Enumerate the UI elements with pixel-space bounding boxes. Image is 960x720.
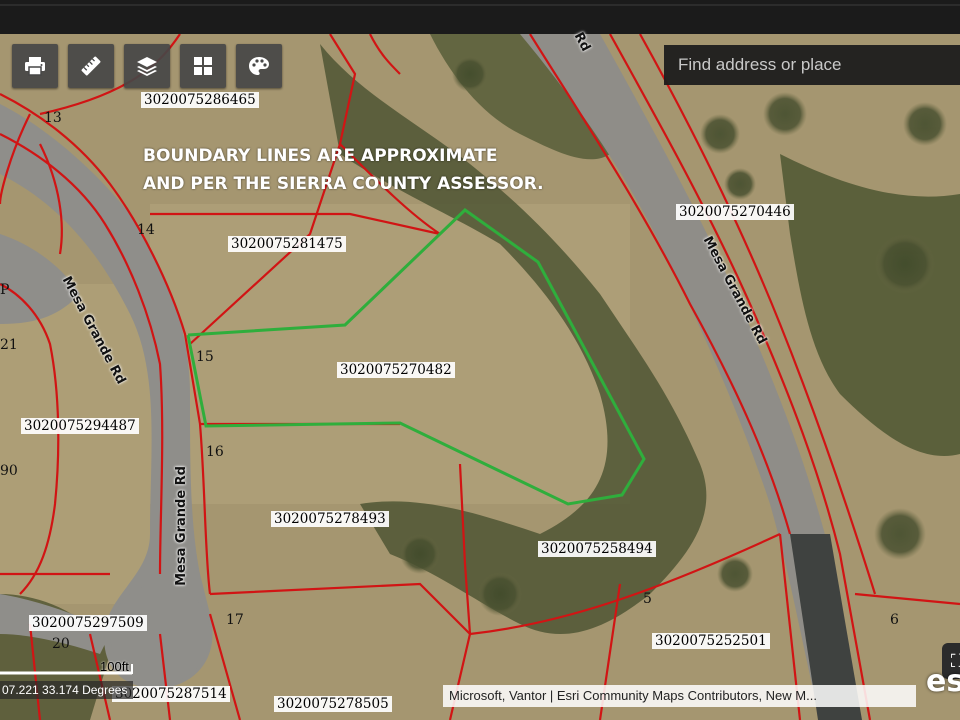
lot-number: 21 <box>0 337 18 353</box>
map-toolbar <box>12 44 282 88</box>
parcel-label[interactable]: 3020075278505 <box>274 696 392 712</box>
tree <box>478 572 522 616</box>
search-box[interactable] <box>664 45 960 85</box>
lot-number: 6 <box>890 612 899 628</box>
lot-number: 15 <box>196 349 214 365</box>
top-bar-edge <box>0 4 960 6</box>
notice-line-2: AND PER THE SIERRA COUNTY ASSESSOR. <box>143 174 544 194</box>
top-bar <box>0 0 960 36</box>
lot-number: P <box>0 282 10 298</box>
parcel-label[interactable]: 3020075252501 <box>652 633 770 649</box>
printer-icon <box>25 57 45 76</box>
meadow-west <box>0 284 150 604</box>
tree <box>874 508 926 560</box>
layers-icon <box>137 57 157 76</box>
parcel-label[interactable]: 3020075278493 <box>271 511 389 527</box>
parcel-label[interactable]: 3020075281475 <box>228 236 346 252</box>
layers-button[interactable] <box>124 44 170 88</box>
lot-number: 17 <box>226 612 244 628</box>
lot-number: 20 <box>52 636 70 652</box>
map-window: BOUNDARY LINES ARE APPROXIMATE AND PER T… <box>0 0 960 720</box>
lot-number: 90 <box>0 463 18 479</box>
boundary-notice: BOUNDARY LINES ARE APPROXIMATE AND PER T… <box>143 142 544 198</box>
tree <box>452 56 488 92</box>
tree <box>717 556 753 592</box>
search-input[interactable] <box>664 45 960 85</box>
basemap-gallery-button[interactable] <box>180 44 226 88</box>
basemap-grid-icon <box>194 57 212 75</box>
notice-line-1: BOUNDARY LINES ARE APPROXIMATE <box>143 146 498 166</box>
style-button[interactable] <box>236 44 282 88</box>
print-button[interactable] <box>12 44 58 88</box>
lot-number: 16 <box>206 444 224 460</box>
parcel-label[interactable]: 3020075270446 <box>676 204 794 220</box>
parcel-label[interactable]: 3020075294487 <box>21 418 139 434</box>
coordinates-readout: 07.221 33.174 Degrees <box>0 681 134 699</box>
tree <box>400 534 440 574</box>
parcel-label[interactable]: 3020075297509 <box>29 615 147 631</box>
esri-logo[interactable]: esri <box>926 662 960 702</box>
lot-number: 13 <box>44 110 62 126</box>
tree <box>875 234 935 294</box>
parcel-label-subject[interactable]: 3020075270482 <box>337 362 455 378</box>
scale-label: 100ft <box>100 659 129 674</box>
parcel-label[interactable]: 3020075258494 <box>538 541 656 557</box>
tree <box>903 102 947 146</box>
attribution[interactable]: Microsoft, Vantor | Esri Community Maps … <box>443 685 916 707</box>
lot-number: 14 <box>137 222 155 238</box>
tree <box>763 92 807 136</box>
parcel-label[interactable]: 3020075286465 <box>141 92 259 108</box>
tree <box>700 114 740 154</box>
measure-ruler-icon <box>81 56 101 76</box>
road-label: Mesa Grande Rd <box>174 466 189 586</box>
lot-number: 5 <box>643 591 652 607</box>
measure-button[interactable] <box>68 44 114 88</box>
tree <box>724 168 756 200</box>
palette-icon <box>249 57 269 75</box>
